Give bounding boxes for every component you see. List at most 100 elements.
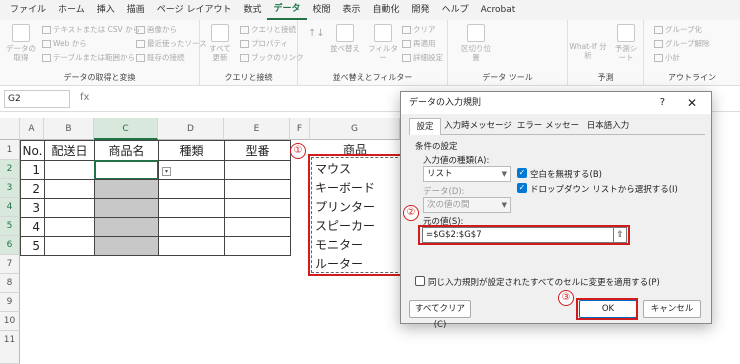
cell-no[interactable]: 5 <box>20 236 45 256</box>
cell-type[interactable] <box>158 198 225 218</box>
cell-product-selected[interactable] <box>94 217 159 237</box>
cell-type[interactable] <box>158 179 225 199</box>
tab-review[interactable]: 校閲 <box>307 0 337 20</box>
text-to-columns-button[interactable]: 区切り位置 <box>458 24 494 62</box>
cell-model[interactable] <box>224 179 291 199</box>
cell-model[interactable] <box>224 160 291 180</box>
product-item[interactable]: ルーター <box>312 255 404 274</box>
cell-type[interactable] <box>158 236 225 256</box>
properties-button[interactable]: プロパティ <box>240 38 288 49</box>
cell-date[interactable] <box>44 236 95 256</box>
get-data-button[interactable]: データの取得 <box>6 24 36 62</box>
row-header[interactable]: 2 <box>0 160 20 179</box>
tab-formulas[interactable]: 数式 <box>237 0 267 20</box>
recent-sources-button[interactable]: 最近使ったソース <box>136 38 207 49</box>
cell-no[interactable]: 3 <box>20 198 45 218</box>
column-header-d[interactable]: D <box>158 118 224 140</box>
dropdown-arrow-icon[interactable]: ▾ <box>162 167 171 176</box>
tab-file[interactable]: ファイル <box>4 0 52 20</box>
tab-data[interactable]: データ <box>267 1 307 20</box>
tab-view[interactable]: 表示 <box>337 0 367 20</box>
header-type[interactable]: 種類 <box>158 140 225 161</box>
clear-all-button[interactable]: すべてクリア(C) <box>409 300 471 330</box>
dropdown-label[interactable]: ドロップダウン リストから選択する(I) <box>530 183 678 195</box>
header-model-number[interactable]: 型番 <box>224 140 291 161</box>
filter-button[interactable]: フィルター <box>366 24 400 62</box>
tab-automate[interactable]: 自動化 <box>367 0 406 20</box>
forecast-sheet-button[interactable]: 予測シート <box>612 24 640 62</box>
cell-type[interactable] <box>158 217 225 237</box>
ignore-blank-label[interactable]: 空白を無視する(B) <box>530 168 602 180</box>
cell-no[interactable]: 2 <box>20 179 45 199</box>
tab-ime[interactable]: 日本語入力 <box>583 118 633 135</box>
row-header[interactable]: 9 <box>0 293 20 312</box>
cell-model[interactable] <box>224 236 291 256</box>
apply-all-checkbox[interactable] <box>415 276 425 286</box>
cell-date[interactable] <box>44 179 95 199</box>
dropdown-checkbox[interactable]: ✓ <box>517 183 527 193</box>
column-header-b[interactable]: B <box>44 118 94 140</box>
from-web-button[interactable]: Web から <box>42 38 87 49</box>
column-header-e[interactable]: E <box>224 118 290 140</box>
cell-date[interactable] <box>44 217 95 237</box>
tab-input-message[interactable]: 入力時メッセージ <box>443 118 513 135</box>
from-table-button[interactable]: テーブルまたは範囲から <box>42 52 135 63</box>
tab-settings[interactable]: 設定 <box>409 118 441 135</box>
from-csv-button[interactable]: テキストまたは CSV から <box>42 24 140 35</box>
tab-page-layout[interactable]: ページ レイアウト <box>151 0 238 20</box>
row-header[interactable]: 11 <box>0 331 20 364</box>
tab-error-alert[interactable]: エラー メッセージ <box>515 118 581 148</box>
cell-type[interactable]: ▾ <box>158 160 225 180</box>
help-button[interactable]: ? <box>660 92 665 114</box>
row-header[interactable]: 10 <box>0 312 20 331</box>
tab-acrobat[interactable]: Acrobat <box>475 0 522 20</box>
group-button[interactable]: グループ化 <box>654 24 702 35</box>
cell-model[interactable] <box>224 217 291 237</box>
row-header[interactable]: 1 <box>0 140 20 160</box>
tab-developer[interactable]: 開発 <box>406 0 436 20</box>
row-header[interactable]: 7 <box>0 255 20 274</box>
ungroup-button[interactable]: グループ解除 <box>654 38 710 49</box>
refresh-all-button[interactable]: すべて更新 <box>206 24 234 62</box>
cell-product-active[interactable] <box>94 160 159 180</box>
what-if-button[interactable]: What-If 分析 <box>568 42 608 60</box>
tab-draw[interactable]: 描画 <box>121 0 151 20</box>
row-header[interactable]: 8 <box>0 274 20 293</box>
sort-asc-icon[interactable]: ↑↓ <box>308 28 325 39</box>
product-item[interactable]: プリンター <box>312 198 404 217</box>
row-header[interactable]: 6 <box>0 236 20 255</box>
product-item[interactable]: モニター <box>312 236 404 255</box>
existing-connections-button[interactable]: 既存の接続 <box>136 52 185 63</box>
cell-product-selected[interactable] <box>94 179 159 199</box>
workbook-links-button[interactable]: ブックのリンク <box>240 52 304 63</box>
header-delivery-date[interactable]: 配送日 <box>44 140 95 161</box>
column-header-f[interactable]: F <box>290 118 310 140</box>
cell-date[interactable] <box>44 160 95 180</box>
cell-model[interactable] <box>224 198 291 218</box>
collapse-dialog-icon[interactable]: ⇧ <box>613 227 627 243</box>
from-picture-button[interactable]: 画像から <box>136 24 177 35</box>
column-header-g[interactable]: G <box>310 118 400 140</box>
tab-insert[interactable]: 挿入 <box>91 0 121 20</box>
cell-date[interactable] <box>44 198 95 218</box>
tab-home[interactable]: ホーム <box>52 0 91 20</box>
advanced-filter-button[interactable]: 詳細設定 <box>402 52 443 63</box>
row-header[interactable]: 4 <box>0 198 20 217</box>
subtotal-button[interactable]: 小計 <box>654 52 680 63</box>
product-item[interactable]: マウス <box>312 160 404 179</box>
sort-button[interactable]: 並べ替え <box>328 24 362 53</box>
row-header[interactable]: 3 <box>0 179 20 198</box>
header-no[interactable]: No. <box>20 140 45 161</box>
select-all-corner[interactable] <box>0 118 20 140</box>
cell-product-selected[interactable] <box>94 198 159 218</box>
product-item[interactable]: スピーカー <box>312 217 404 236</box>
source-input[interactable]: =$G$2:$G$7 <box>422 227 625 243</box>
name-box[interactable]: G2 <box>4 90 70 108</box>
product-item[interactable]: キーボード <box>312 179 404 198</box>
allow-select[interactable]: リスト ▼ <box>423 166 511 182</box>
queries-connections-button[interactable]: クエリと接続 <box>240 24 296 35</box>
column-header-a[interactable]: A <box>20 118 44 140</box>
clear-filter-button[interactable]: クリア <box>402 24 436 35</box>
column-header-c[interactable]: C <box>94 118 158 140</box>
cell-no[interactable]: 4 <box>20 217 45 237</box>
